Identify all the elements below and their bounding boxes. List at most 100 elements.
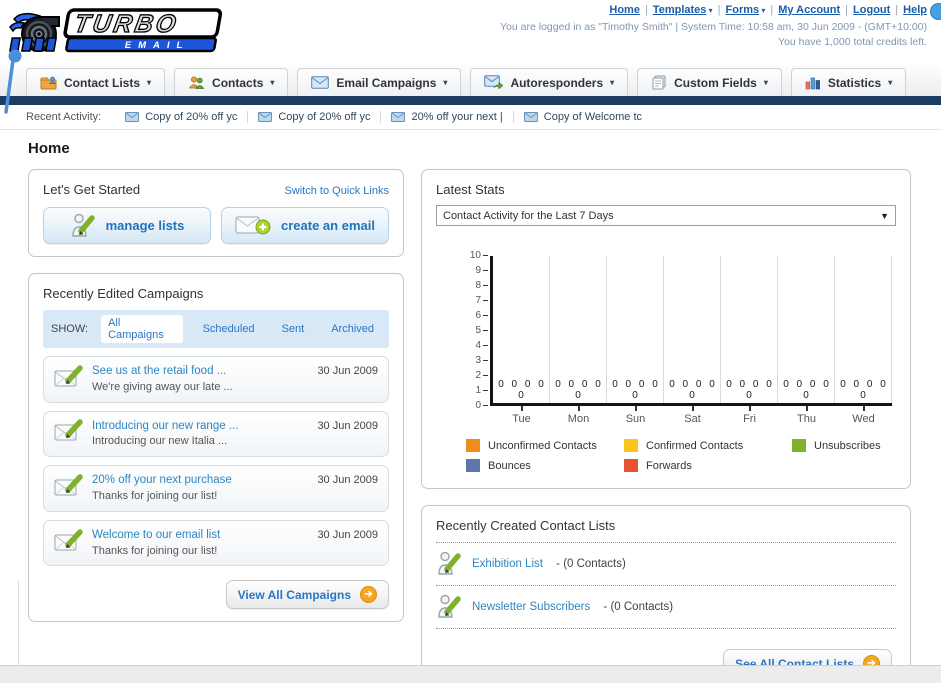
switch-quick-links-link[interactable]: Switch to Quick Links <box>284 185 389 197</box>
person-pencil-icon <box>436 550 462 578</box>
recent-activity-item[interactable]: 20% off your next | <box>380 111 512 123</box>
y-tick-mark <box>483 344 488 347</box>
campaign-row[interactable]: Introducing our new range ... Introducing… <box>43 410 389 458</box>
envelope-small-icon <box>391 112 406 122</box>
chart-day-values: 0 0 0 0 0 <box>726 379 772 401</box>
y-tick-mark <box>483 269 488 272</box>
chart-day-values: 0 0 0 0 0 <box>840 379 886 401</box>
y-tick-label: 6 <box>466 310 488 321</box>
create-an-email-button[interactable]: create an email <box>221 207 389 244</box>
chart-day-column: 0 0 0 0 0 <box>664 256 721 403</box>
header: TURBO EMAIL Home | Templates ▾ | Forms ▾ | My … <box>0 0 941 114</box>
legend-swatch <box>466 439 480 452</box>
edge-line <box>18 580 19 665</box>
tab-autoresponders[interactable]: Autoresponders ▾ <box>470 68 629 96</box>
nav-link-templates[interactable]: Templates <box>653 4 707 16</box>
legend-swatch <box>624 439 638 452</box>
filter-archived[interactable]: Archived <box>324 321 381 337</box>
tab-label: Contact Lists <box>64 75 141 90</box>
main-content: Let's Get Started Switch to Quick Links … <box>0 169 941 683</box>
turbo-email-logo: TURBO EMAIL <box>8 5 238 62</box>
campaign-title-link[interactable]: Welcome to our email list <box>92 527 317 544</box>
campaign-title-link[interactable]: Introducing our new range ... <box>92 418 317 435</box>
contacts-icon <box>188 75 205 90</box>
chart-day-column: 0 0 0 0 0 <box>721 256 778 403</box>
campaign-row[interactable]: 20% off your next purchase Thanks for joi… <box>43 465 389 512</box>
campaign-title-link[interactable]: See us at the retail food ... <box>92 363 317 380</box>
tab-email-campaigns[interactable]: Email Campaigns ▾ <box>297 68 462 96</box>
chart-day-column: 0 0 0 0 0 <box>607 256 664 403</box>
chevron-down-icon: ▾ <box>147 78 152 87</box>
y-tick-mark <box>483 299 488 302</box>
nav-link-help[interactable]: Help <box>903 4 927 16</box>
email-campaigns-icon <box>311 76 330 89</box>
campaign-date: 30 Jun 2009 <box>317 474 378 487</box>
recent-contact-lists-panel: Recently Created Contact Lists Exhibitio… <box>421 505 911 683</box>
filter-all-campaigns[interactable]: All Campaigns <box>101 315 183 343</box>
envelope-pencil-icon <box>54 528 92 559</box>
campaign-row[interactable]: See us at the retail food ... We're givin… <box>43 356 389 403</box>
nav-link-my-account[interactable]: My Account <box>778 4 840 16</box>
campaign-list: See us at the retail food ... We're givin… <box>43 356 389 567</box>
tab-contact-lists[interactable]: Contact Lists ▾ <box>26 68 166 96</box>
chevron-down-icon: ▾ <box>763 78 768 87</box>
pin-decoration <box>4 49 22 114</box>
envelope-small-icon <box>125 112 140 122</box>
contact-list-count: - (0 Contacts) <box>552 558 626 570</box>
tab-contacts[interactable]: Contacts ▾ <box>174 68 289 96</box>
campaign-title-link[interactable]: 20% off your next purchase <box>92 472 317 489</box>
svg-text:TURBO: TURBO <box>72 10 181 38</box>
tab-custom-fields[interactable]: Custom Fields ▾ <box>637 68 782 96</box>
y-tick-value: 6 <box>475 310 481 321</box>
y-tick-value: 1 <box>475 385 481 396</box>
chart-day-values: 0 0 0 0 0 <box>555 379 601 401</box>
get-started-title: Let's Get Started <box>43 182 141 197</box>
y-tick-mark <box>483 404 488 407</box>
y-tick-mark <box>483 284 488 287</box>
legend-item: Unconfirmed Contacts <box>466 439 624 452</box>
y-tick-label: 7 <box>466 295 488 306</box>
chevron-down-icon: ▾ <box>759 6 766 15</box>
recent-activity-item[interactable]: Copy of 20% off yc <box>115 111 247 123</box>
nav-separator: | <box>895 4 899 16</box>
chevron-down-icon: ▾ <box>270 78 275 87</box>
header-right: Home | Templates ▾ | Forms ▾ | My Account | Logo… <box>500 4 927 50</box>
campaign-text: 20% off your next purchase Thanks for joi… <box>92 472 317 505</box>
recent-activity-item[interactable]: Copy of 20% off yc <box>247 111 380 123</box>
campaign-row[interactable]: Welcome to our email list Thanks for join… <box>43 519 389 567</box>
y-tick-label: 3 <box>466 355 488 366</box>
contact-list-row[interactable]: Newsletter Subscribers - (0 Contacts) <box>436 586 896 629</box>
right-column: Latest Stats Contact Activity for the La… <box>421 169 911 683</box>
chart-day-column: 0 0 0 0 0 <box>493 256 550 403</box>
y-tick-mark <box>483 359 488 362</box>
top-nav: Home | Templates ▾ | Forms ▾ | My Account | Logo… <box>500 4 927 16</box>
arrow-circle-icon: ➔ <box>360 586 377 604</box>
contact-list-row[interactable]: Exhibition List - (0 Contacts) <box>436 543 896 586</box>
filter-scheduled[interactable]: Scheduled <box>196 321 262 337</box>
chart-plot-area: 0 0 0 0 0 0 0 0 0 0 0 0 0 0 0 0 0 0 0 0 0 0 … <box>490 256 892 406</box>
latest-stats-title: Latest Stats <box>436 182 505 197</box>
stats-period-dropdown[interactable]: Contact Activity for the Last 7 Days ▼ <box>436 205 896 226</box>
y-tick-mark <box>483 374 488 377</box>
contact-list-name-link[interactable]: Newsletter Subscribers <box>472 601 590 613</box>
y-tick-mark <box>483 314 488 317</box>
chevron-down-icon: ▼ <box>880 210 889 221</box>
nav-separator: | <box>717 4 721 16</box>
view-all-campaigns-button[interactable]: View All Campaigns ➔ <box>225 580 389 610</box>
svg-text:EMAIL: EMAIL <box>124 40 190 51</box>
manage-lists-button[interactable]: manage lists <box>43 207 211 244</box>
contact-list-name-link[interactable]: Exhibition List <box>472 558 543 570</box>
filter-sent[interactable]: Sent <box>275 321 312 337</box>
chart-day-column: 0 0 0 0 0 <box>778 256 835 403</box>
nav-link-home[interactable]: Home <box>609 4 640 16</box>
nav-link-forms[interactable]: Forms <box>726 4 760 16</box>
tab-statistics[interactable]: Statistics ▾ <box>790 68 907 96</box>
campaign-subtitle: Thanks for joining our list! <box>92 544 218 557</box>
login-line2: You have 1,000 total credits left. <box>777 36 927 49</box>
recent-activity-item[interactable]: Copy of Welcome tc <box>512 111 647 123</box>
footer-strip <box>0 665 941 683</box>
legend-label: Bounces <box>488 459 531 472</box>
login-info: You are logged in as "Timothy Smith" | S… <box>500 20 927 50</box>
nav-link-logout[interactable]: Logout <box>853 4 890 16</box>
contact-list-count: - (0 Contacts) <box>600 601 674 613</box>
